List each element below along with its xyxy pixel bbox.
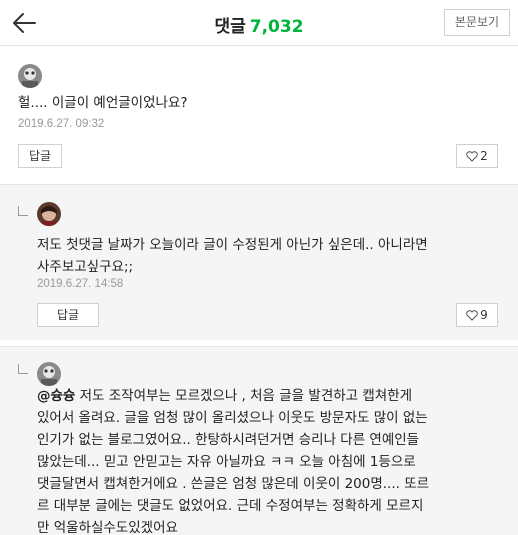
reply-text-line: 르 대부분 글에는 댓글도 없었어요. 근데 수정여부는 정확하게 모르지 <box>37 498 424 514</box>
reply-date: 2019.6.27. 14:58 <box>37 278 124 290</box>
reply-text-line: 저도 첫댓글 날짜가 오늘이라 글이 수정된게 아닌가 싶은데.. 아니라면 <box>37 237 428 253</box>
avatar[interactable] <box>37 202 61 226</box>
page-title-label: 댓글 <box>214 17 246 37</box>
reply-text: @슝슝 저도 조작여부는 모르겠으나 , 처음 글을 발견하고 캡쳐한게 있어서… <box>37 385 429 535</box>
top-bar: 댓글 7,032 본문보기 <box>0 0 518 46</box>
reply-text-line: 많았는데... 믿고 안믿고는 자유 아닐까요 ㅋㅋ 오늘 아침에 1등으로 <box>37 454 416 470</box>
reply-text-line: 사주보고싶구요;; <box>37 259 134 275</box>
like-count: 9 <box>480 308 488 322</box>
like-count: 2 <box>480 149 488 163</box>
reply-item: @슝슝 저도 조작여부는 모르겠으나 , 처음 글을 발견하고 캡쳐한게 있어서… <box>0 346 518 535</box>
reply-text-line: 만 억울하실수도있겠어요 <box>37 520 178 535</box>
reply-text-line: 댓글달면서 캡쳐한거에요 . 쓴글은 엄청 많은데 이웃이 200명.... 또… <box>37 476 430 492</box>
reply-text-line: 있어서 올려요. 글을 엄청 많이 올리셨으나 이웃도 방문자도 많이 없는 <box>37 410 428 426</box>
comment-count: 7,032 <box>249 17 304 37</box>
reply-indent-icon <box>18 364 28 374</box>
like-button[interactable]: 9 <box>456 303 498 327</box>
heart-icon <box>466 310 478 321</box>
comment-date: 2019.6.27. 09:32 <box>18 118 105 130</box>
avatar-image <box>37 202 61 226</box>
avatar-image <box>37 362 61 386</box>
page-title: 댓글 7,032 <box>0 12 518 37</box>
reply-button[interactable]: 답글 <box>37 303 99 327</box>
comment-text: 헐.... 이글이 예언글이었나요? <box>18 95 188 111</box>
reply-button[interactable]: 답글 <box>18 144 62 168</box>
avatar[interactable] <box>18 64 42 88</box>
mention-link[interactable]: @슝슝 <box>37 388 75 404</box>
comment-item: 헐.... 이글이 예언글이었나요? 2019.6.27. 09:32 답글 2 <box>0 46 518 184</box>
reply-item: 저도 첫댓글 날짜가 오늘이라 글이 수정된게 아닌가 싶은데.. 아니라면 사… <box>0 184 518 340</box>
like-button[interactable]: 2 <box>456 144 498 168</box>
reply-indent-icon <box>18 206 28 216</box>
reply-text-line: @슝슝 저도 조작여부는 모르겠으나 , 처음 글을 발견하고 캡쳐한게 <box>37 388 413 404</box>
reply-text: 저도 첫댓글 날짜가 오늘이라 글이 수정된게 아닌가 싶은데.. 아니라면 사… <box>37 234 428 278</box>
view-post-button[interactable]: 본문보기 <box>444 9 510 36</box>
reply-text-line: 인기가 없는 블로그였어요.. 한탕하시려던거면 승리나 다른 연예인들 <box>37 432 420 448</box>
avatar[interactable] <box>37 362 61 386</box>
avatar-image <box>18 64 42 88</box>
heart-icon <box>466 151 478 162</box>
